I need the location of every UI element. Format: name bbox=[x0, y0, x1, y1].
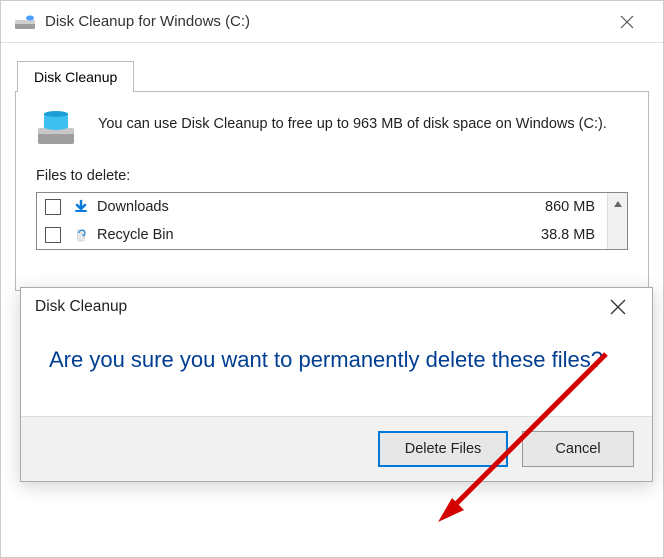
dialog-footer: Delete Files Cancel bbox=[21, 416, 652, 481]
tab-disk-cleanup[interactable]: Disk Cleanup bbox=[17, 61, 134, 92]
drive-icon bbox=[36, 110, 76, 146]
item-label: Downloads bbox=[97, 199, 545, 215]
list-item-recycle-bin[interactable]: Recycle Bin 38.8 MB bbox=[37, 221, 607, 249]
confirm-dialog: Disk Cleanup Are you sure you want to pe… bbox=[20, 287, 653, 482]
titlebar: Disk Cleanup for Windows (C:) bbox=[1, 1, 663, 43]
tab-strip: Disk Cleanup bbox=[17, 61, 649, 92]
dialog-title: Disk Cleanup bbox=[35, 298, 598, 316]
close-icon[interactable] bbox=[605, 15, 649, 29]
recycle-bin-icon bbox=[71, 225, 91, 245]
close-icon[interactable] bbox=[598, 299, 638, 315]
window-body: Disk Cleanup You can use Disk Cleanup to… bbox=[1, 43, 663, 305]
checkbox[interactable] bbox=[45, 199, 61, 215]
dialog-question: Are you sure you want to permanently del… bbox=[49, 344, 624, 376]
files-listbox[interactable]: Downloads 860 MB Recycle Bin bbox=[36, 192, 628, 250]
files-to-delete-label: Files to delete: bbox=[36, 168, 628, 184]
dialog-titlebar: Disk Cleanup bbox=[21, 288, 652, 326]
delete-files-button[interactable]: Delete Files bbox=[378, 431, 508, 467]
checkbox[interactable] bbox=[45, 227, 61, 243]
info-text: You can use Disk Cleanup to free up to 9… bbox=[98, 110, 607, 136]
item-size: 38.8 MB bbox=[541, 227, 595, 243]
listbox-items: Downloads 860 MB Recycle Bin bbox=[37, 193, 607, 249]
info-row: You can use Disk Cleanup to free up to 9… bbox=[36, 110, 628, 146]
dialog-body: Are you sure you want to permanently del… bbox=[21, 326, 652, 416]
list-item-downloads[interactable]: Downloads 860 MB bbox=[37, 193, 607, 221]
window-title: Disk Cleanup for Windows (C:) bbox=[45, 13, 605, 30]
scrollbar[interactable] bbox=[607, 193, 627, 249]
item-label: Recycle Bin bbox=[97, 227, 541, 243]
tab-panel: You can use Disk Cleanup to free up to 9… bbox=[15, 91, 649, 291]
scroll-up-arrow-icon[interactable] bbox=[608, 193, 627, 215]
disk-cleanup-app-icon bbox=[15, 14, 35, 30]
download-arrow-icon bbox=[71, 197, 91, 217]
item-size: 860 MB bbox=[545, 199, 595, 215]
cancel-button[interactable]: Cancel bbox=[522, 431, 634, 467]
